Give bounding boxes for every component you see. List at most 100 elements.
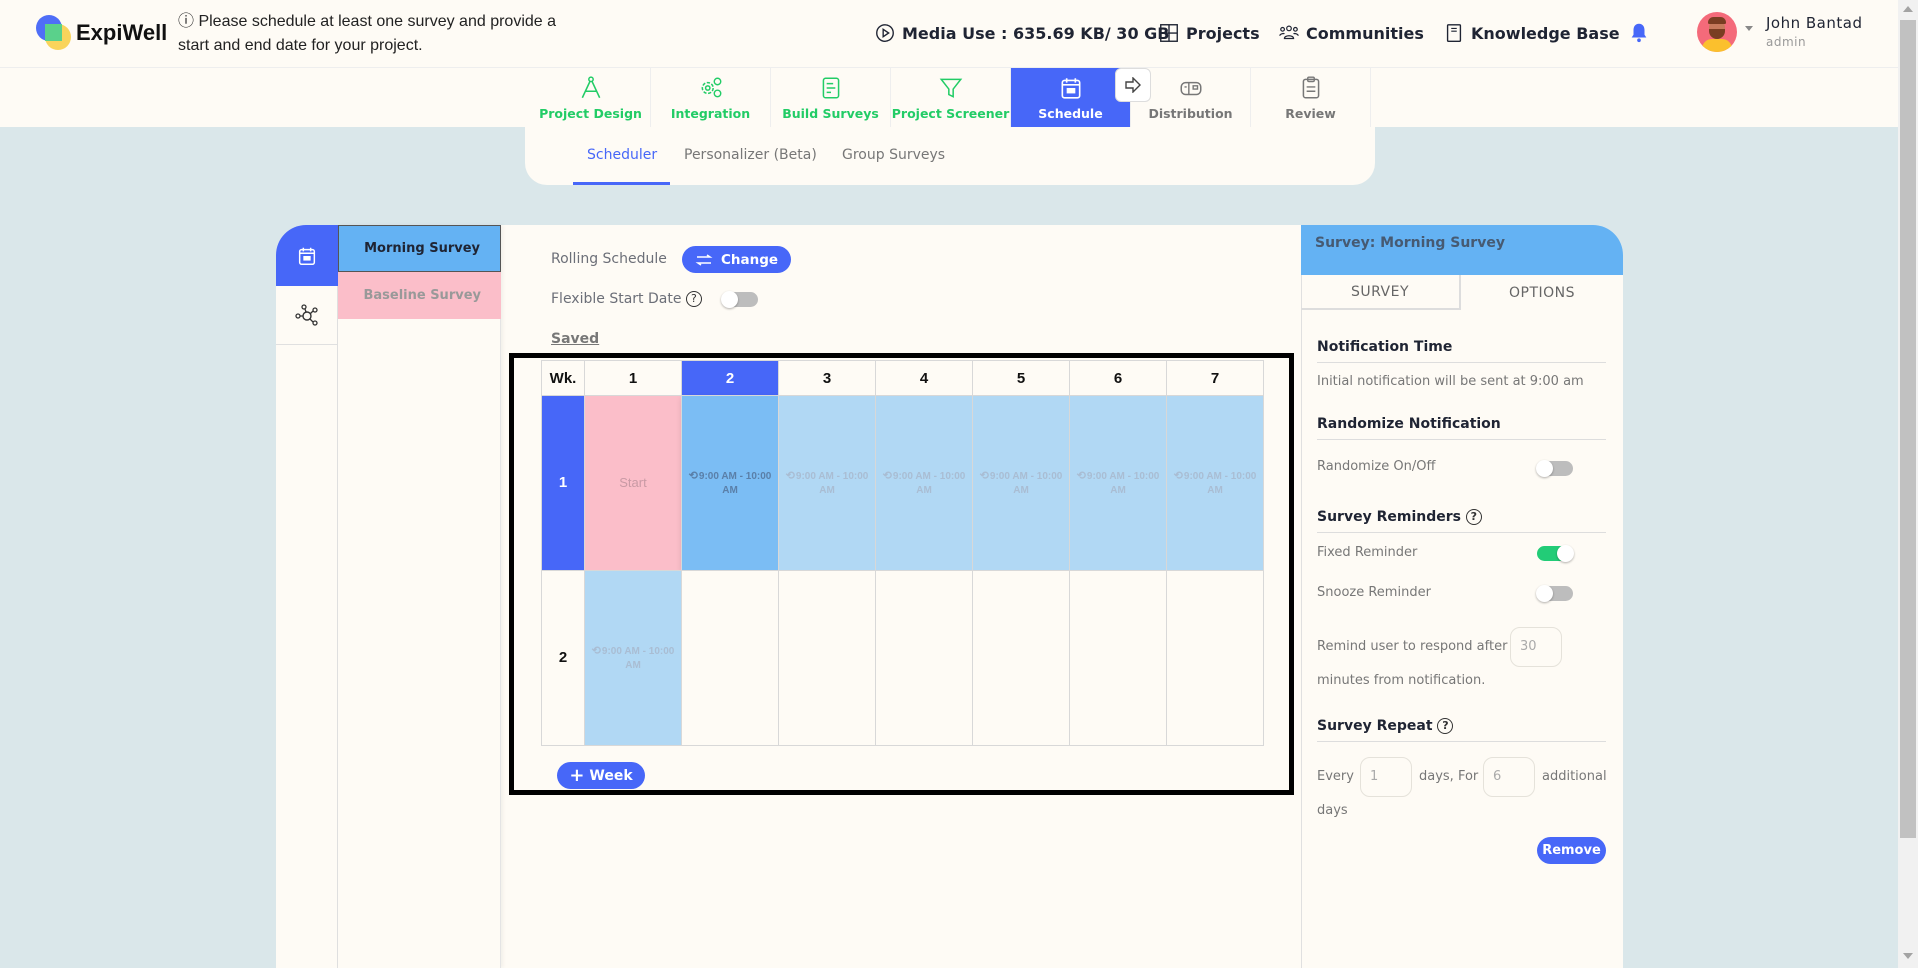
tab-personalizer[interactable]: Personalizer (Beta) [684, 147, 817, 163]
user-menu-caret-icon[interactable] [1745, 26, 1753, 31]
clipboard-icon [1302, 75, 1319, 99]
tab-group-surveys[interactable]: Group Surveys [842, 147, 945, 163]
user-role: admin [1766, 35, 1807, 49]
scrollbar[interactable] [1898, 0, 1918, 968]
schedule-cell[interactable]: ⟲9:00 AM - 10:00 AM [584, 570, 682, 746]
cell-time: 9:00 AM - 10:00 AM [1183, 470, 1257, 496]
step-integration[interactable]: Integration [651, 68, 771, 127]
empty-cell[interactable] [972, 570, 1070, 746]
help-icon[interactable]: ? [1437, 718, 1454, 734]
schedule-cell[interactable]: ⟲9:00 AM - 10:00 AM [778, 395, 876, 571]
schedule-cell[interactable]: ⟲9:00 AM - 10:00 AM [1166, 395, 1264, 571]
expiwell-logo[interactable] [34, 14, 72, 52]
day-header[interactable]: 3 [778, 360, 876, 396]
every-days-input[interactable]: 1 [1360, 757, 1412, 797]
fixed-reminder-toggle[interactable] [1537, 545, 1574, 562]
schedule-cell-selected[interactable]: ⟲9:00 AM - 10:00 AM [681, 395, 779, 571]
tab-scheduler[interactable]: Scheduler [587, 147, 657, 163]
step-project-design[interactable]: Project Design [531, 68, 651, 127]
remind-minutes-input[interactable]: 30 [1510, 627, 1562, 667]
step-project-screener[interactable]: Project Screener [891, 68, 1011, 127]
gears-icon [701, 77, 721, 97]
tab-options[interactable]: OPTIONS [1461, 275, 1623, 310]
days-label: days [1317, 803, 1348, 818]
week-header: Wk. [541, 360, 585, 396]
nav-knowledge-base[interactable]: Knowledge Base [1443, 20, 1620, 46]
help-icon[interactable]: ? [685, 291, 702, 307]
nav-communities[interactable]: Communities [1278, 20, 1424, 46]
day-header-selected[interactable]: 2 [681, 360, 779, 396]
reminders-heading-text: Survey Reminders [1317, 509, 1461, 525]
change-button[interactable]: Change [682, 246, 791, 273]
repeat-icon: ⟲ [1173, 469, 1183, 482]
start-cell[interactable]: Start [584, 395, 682, 571]
step-label: Project Design [539, 105, 642, 121]
cell-time: 9:00 AM - 10:00 AM [1086, 470, 1160, 496]
scroll-up-icon[interactable] [1903, 6, 1913, 12]
panel-title: Survey: Morning Survey [1301, 225, 1623, 275]
empty-cell[interactable] [1166, 570, 1264, 746]
day-header[interactable]: 4 [875, 360, 973, 396]
repeat-icon: ⟲ [785, 469, 795, 482]
schedule-cell[interactable]: ⟲9:00 AM - 10:00 AM [972, 395, 1070, 571]
mailbox-icon [1179, 81, 1202, 95]
brand-name: ExpiWell [76, 20, 168, 45]
week-label[interactable]: 1 [541, 395, 585, 571]
scrollbar-thumb[interactable] [1900, 20, 1916, 838]
notification-text: Initial notification will be sent at 9:0… [1317, 374, 1584, 389]
remove-button[interactable]: Remove [1537, 837, 1606, 864]
schedule-cell[interactable]: ⟲9:00 AM - 10:00 AM [1069, 395, 1167, 571]
remind-prefix: Remind user to respond after [1317, 639, 1508, 654]
schedule-cell[interactable]: ⟲9:00 AM - 10:00 AM [875, 395, 973, 571]
cell-time: 9:00 AM - 10:00 AM [698, 470, 772, 496]
grid-icon [1160, 24, 1178, 42]
rail-calendar-button[interactable] [276, 225, 338, 286]
flexible-start-toggle[interactable] [721, 291, 758, 308]
repeat-icon: ⟲ [882, 469, 892, 482]
nav-projects[interactable]: Projects [1158, 20, 1260, 46]
randomize-toggle[interactable] [1536, 460, 1573, 477]
cell-time: 9:00 AM - 10:00 AM [892, 470, 966, 496]
survey-item-baseline[interactable]: Baseline Survey [338, 272, 501, 319]
randomize-heading: Randomize Notification [1317, 416, 1606, 440]
rail-network-button[interactable] [276, 286, 338, 345]
add-week-button[interactable]: + Week [557, 762, 645, 789]
step-label: Schedule [1038, 105, 1103, 121]
sub-tabs: Scheduler Personalizer (Beta) Group Surv… [525, 127, 1375, 185]
week-label[interactable]: 2 [541, 570, 585, 746]
day-header[interactable]: 1 [584, 360, 682, 396]
day-header[interactable]: 6 [1069, 360, 1167, 396]
survey-item-morning[interactable]: Morning Survey [338, 225, 501, 272]
document-icon [822, 76, 839, 99]
calendar-icon [298, 247, 316, 265]
empty-cell[interactable] [681, 570, 779, 746]
cell-time: 9:00 AM - 10:00 AM [795, 470, 869, 496]
nav-communities-label: Communities [1306, 23, 1424, 43]
day-header[interactable]: 7 [1166, 360, 1264, 396]
additional-label: additional [1542, 769, 1607, 784]
empty-cell[interactable] [778, 570, 876, 746]
repeat-heading: Survey Repeat ? [1317, 718, 1606, 742]
people-icon [1279, 25, 1299, 40]
step-review[interactable]: Review [1251, 68, 1371, 127]
every-label: Every [1317, 769, 1354, 784]
nav-projects-label: Projects [1186, 23, 1260, 43]
tab-survey[interactable]: SURVEY [1301, 275, 1461, 310]
randomize-label: Randomize On/Off [1317, 459, 1436, 474]
step-schedule[interactable]: Schedule [1011, 68, 1131, 127]
next-step-button[interactable] [1115, 68, 1151, 102]
empty-cell[interactable] [1069, 570, 1167, 746]
empty-cell[interactable] [875, 570, 973, 746]
step-label: Integration [670, 105, 751, 121]
snooze-reminder-toggle[interactable] [1536, 585, 1573, 602]
nav-knowledge-base-label: Knowledge Base [1471, 23, 1620, 43]
saved-status[interactable]: Saved [551, 331, 599, 347]
bell-icon[interactable] [1628, 20, 1650, 44]
scroll-down-icon[interactable] [1903, 953, 1913, 959]
day-header[interactable]: 5 [972, 360, 1070, 396]
avatar[interactable] [1697, 12, 1737, 52]
step-build-surveys[interactable]: Build Surveys [771, 68, 891, 127]
cell-time: 9:00 AM - 10:00 AM [989, 470, 1063, 496]
additional-days-input[interactable]: 6 [1483, 757, 1535, 797]
help-icon[interactable]: ? [1465, 509, 1482, 525]
